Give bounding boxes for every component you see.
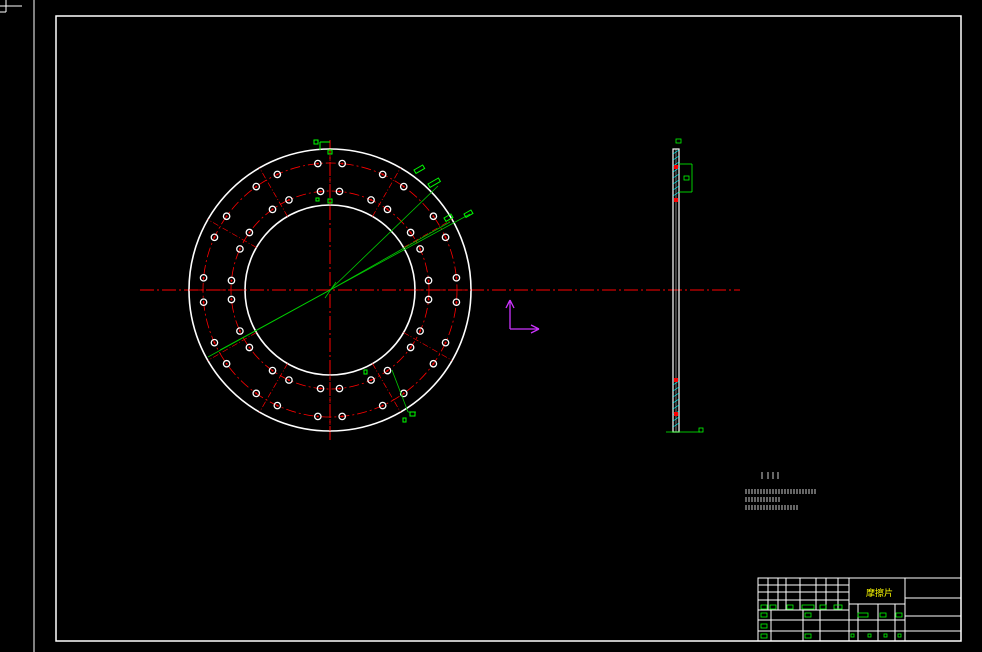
hole-center (455, 276, 458, 279)
drawing-canvas: 摩擦片 (0, 0, 962, 652)
hole-center (316, 162, 319, 165)
hole-center (202, 276, 205, 279)
hole-center (316, 415, 319, 418)
hole-center (225, 362, 228, 365)
hole-center (287, 198, 290, 201)
hole-center (370, 198, 373, 201)
hole-center (238, 330, 241, 333)
hole-center (213, 341, 216, 344)
hole-center (455, 301, 458, 304)
hole-center (319, 190, 322, 193)
hole-center (271, 369, 274, 372)
leader-lines (207, 185, 471, 413)
crosshair-cursor (0, 0, 22, 13)
side-section-view[interactable] (666, 138, 704, 433)
ucs-axis-icon[interactable] (505, 299, 540, 334)
hole-center (386, 369, 389, 372)
cad-viewport[interactable]: 摩擦片 (0, 0, 982, 652)
hole-center (248, 346, 251, 349)
hole-center (202, 301, 205, 304)
hole-center (213, 236, 216, 239)
hole-center (319, 387, 322, 390)
hole-center (386, 208, 389, 211)
hole-center (255, 392, 258, 395)
title-block[interactable] (757, 577, 962, 642)
hole-center (402, 392, 405, 395)
hole-center (238, 247, 241, 250)
hole-center (338, 387, 341, 390)
hole-center (255, 185, 258, 188)
hole-center (341, 415, 344, 418)
hole-center (370, 379, 373, 382)
drawing-frame (55, 15, 962, 642)
hole-center (271, 208, 274, 211)
hole-center (287, 379, 290, 382)
annotation-markers (313, 139, 474, 423)
technical-notes (745, 472, 816, 510)
hole-center (419, 330, 422, 333)
hole-center (381, 173, 384, 176)
hole-center (409, 231, 412, 234)
hole-center (427, 279, 430, 282)
hole-center (276, 173, 279, 176)
hole-center (427, 298, 430, 301)
hole-center (230, 279, 233, 282)
hole-center (402, 185, 405, 188)
hole-center (230, 298, 233, 301)
hole-center (338, 190, 341, 193)
hole-center (444, 341, 447, 344)
radial-centerline (259, 363, 288, 413)
hole-center (225, 215, 228, 218)
section-dimensions (666, 138, 704, 433)
hole-center (381, 404, 384, 407)
hole-center (248, 231, 251, 234)
hole-center (432, 215, 435, 218)
hole-center (444, 236, 447, 239)
hole-center (276, 404, 279, 407)
hole-center (409, 346, 412, 349)
hole-center (419, 247, 422, 250)
radial-centerline (207, 332, 257, 361)
hole-center (432, 362, 435, 365)
hole-center (341, 162, 344, 165)
part-name: 摩擦片 (866, 587, 893, 599)
radial-centerline (207, 219, 257, 248)
